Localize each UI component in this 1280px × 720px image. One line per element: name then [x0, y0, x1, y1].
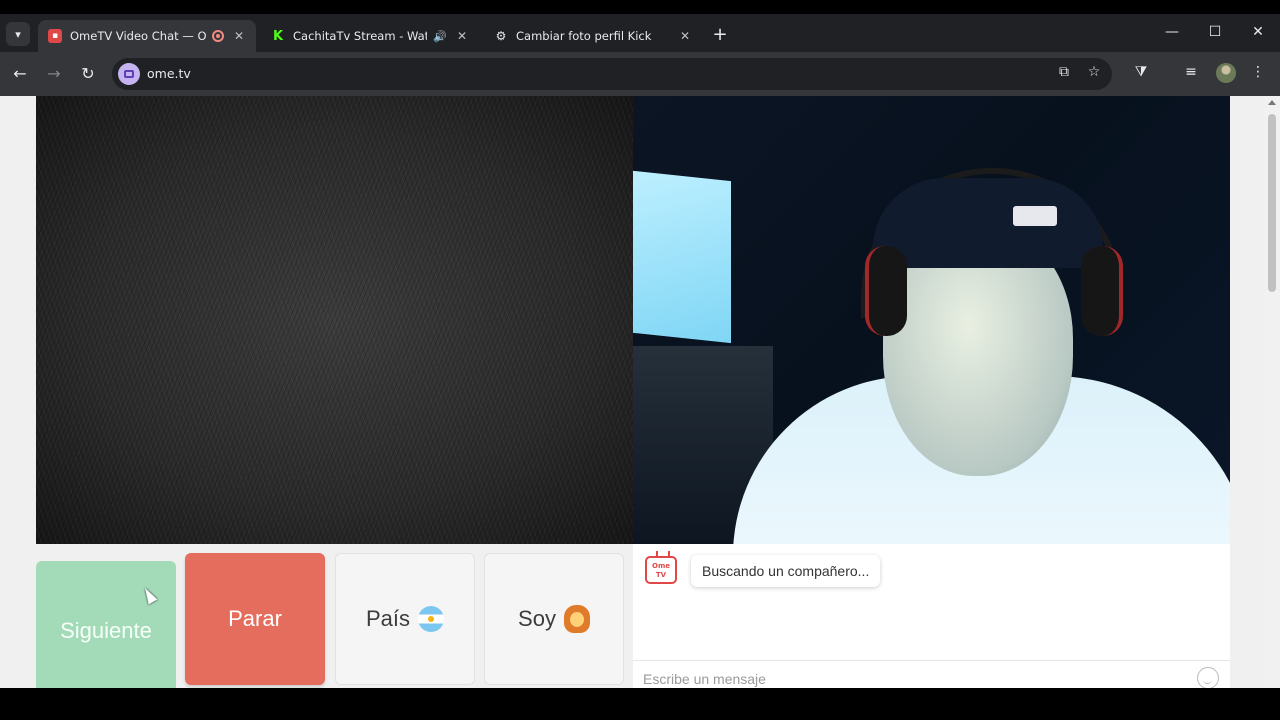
- page-scrollbar[interactable]: [1264, 96, 1280, 688]
- tab-ometv[interactable]: ▪ OmeTV Video Chat — Ome ✕: [38, 20, 256, 52]
- stop-button-label: Parar: [228, 606, 282, 631]
- chat-controls: Siguiente Parar País Soy: [36, 553, 626, 688]
- tab-strip: ▾ ▪ OmeTV Video Chat — Ome ✕ K CachitaTv…: [0, 14, 1280, 52]
- status-message: Buscando un compañero...: [691, 555, 881, 587]
- tab-title: CachitaTv Stream - Watch L: [293, 29, 428, 43]
- argentina-flag-icon: [418, 606, 445, 632]
- chat-panel: Ome TV Buscando un compañero...: [633, 544, 1230, 688]
- close-icon[interactable]: ✕: [678, 29, 692, 43]
- minimize-icon[interactable]: —: [1160, 24, 1184, 40]
- ometv-page: Siguiente Parar País Soy Ome TV Buscando…: [0, 96, 1280, 688]
- browser-toolbar: ← → ↻ ome.tv ⧉ ☆ ⧩ ≡ ⋮: [0, 52, 1280, 96]
- maximize-icon[interactable]: ☐: [1203, 24, 1227, 40]
- scroll-up-arrow-icon[interactable]: [1268, 100, 1276, 105]
- chatgpt-favicon-icon: ⚙: [495, 29, 507, 43]
- address-bar[interactable]: ome.tv: [112, 58, 1112, 90]
- profile-avatar[interactable]: [1216, 63, 1236, 83]
- install-app-icon[interactable]: ⧉: [1054, 64, 1074, 80]
- video-static-noise: [36, 96, 633, 544]
- screen-top-bar: [0, 0, 1280, 14]
- recording-icon: [212, 30, 224, 42]
- stop-button[interactable]: Parar: [185, 553, 325, 685]
- site-info-icon[interactable]: [118, 63, 140, 85]
- gender-button-label: Soy: [518, 606, 556, 631]
- new-tab-button[interactable]: +: [710, 24, 730, 45]
- country-button-label: País: [365, 606, 411, 631]
- headphone-left-cup: [865, 246, 907, 336]
- tab-cachitatv[interactable]: K CachitaTv Stream - Watch L 🔊 ✕: [261, 20, 479, 52]
- bookmark-star-icon[interactable]: ☆: [1084, 64, 1104, 80]
- woman-emoji-icon: [563, 605, 590, 633]
- window-close-icon[interactable]: ✕: [1246, 24, 1270, 40]
- country-button[interactable]: País: [335, 553, 475, 685]
- close-icon[interactable]: ✕: [455, 29, 469, 43]
- screen-bottom-bar: [0, 688, 1280, 720]
- gender-button[interactable]: Soy: [484, 553, 624, 685]
- message-input[interactable]: [643, 669, 1183, 688]
- next-button[interactable]: Siguiente: [36, 561, 176, 688]
- background-monitor: [633, 170, 731, 344]
- self-webcam-video: [633, 96, 1230, 544]
- scroll-thumb[interactable]: [1268, 114, 1276, 292]
- ometv-logo-icon: Ome TV: [645, 556, 677, 584]
- partner-video: [36, 96, 633, 544]
- reload-icon[interactable]: ↻: [77, 64, 99, 83]
- tab-cambiar-foto[interactable]: ⚙ Cambiar foto perfil Kick ✕: [484, 20, 702, 52]
- speaker-icon[interactable]: 🔊: [433, 30, 447, 43]
- cap-logo: [1013, 206, 1057, 226]
- tab-search-icon[interactable]: ▾: [6, 22, 30, 46]
- url-text[interactable]: ome.tv: [147, 66, 191, 81]
- close-icon[interactable]: ✕: [232, 29, 246, 43]
- message-bar: [633, 660, 1230, 688]
- headphone-right-cup: [1081, 246, 1123, 336]
- smiley-emoji-icon[interactable]: [1197, 667, 1219, 688]
- ometv-favicon-icon: ▪: [48, 29, 62, 43]
- menu-dots-icon[interactable]: ⋮: [1248, 64, 1268, 80]
- extensions-icon[interactable]: ⧩: [1131, 64, 1151, 80]
- media-controls-icon[interactable]: ≡: [1181, 64, 1201, 80]
- person-cap: [873, 178, 1103, 268]
- tab-title: Cambiar foto perfil Kick: [516, 29, 652, 43]
- kick-favicon-icon: K: [272, 28, 284, 44]
- back-arrow-icon[interactable]: ←: [9, 64, 31, 83]
- next-button-label: Siguiente: [60, 618, 152, 643]
- mouse-cursor-icon: [140, 585, 158, 605]
- tab-title: OmeTV Video Chat — Ome: [70, 29, 206, 43]
- forward-arrow-icon[interactable]: →: [43, 64, 65, 83]
